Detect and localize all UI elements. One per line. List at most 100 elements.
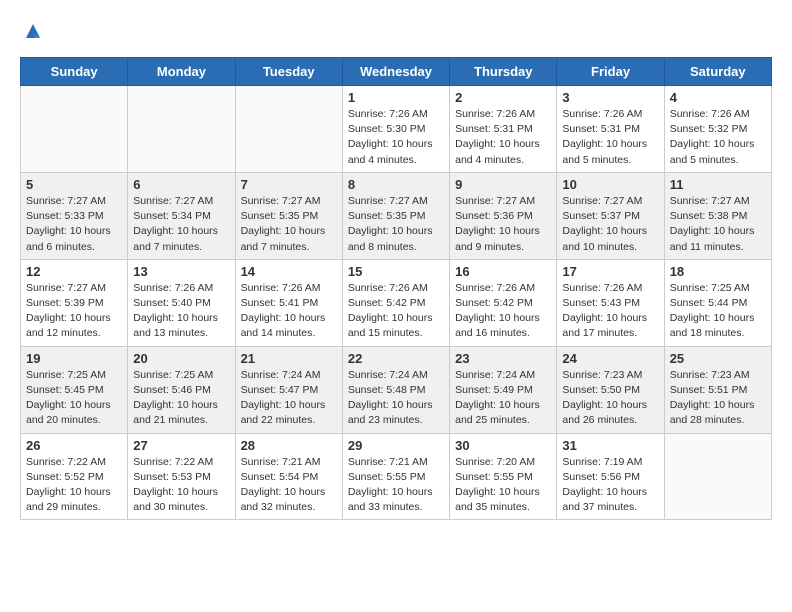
- weekday-header-friday: Friday: [557, 58, 664, 86]
- calendar-cell: 27Sunrise: 7:22 AMSunset: 5:53 PMDayligh…: [128, 433, 235, 520]
- logo: [20, 20, 44, 47]
- calendar-table: SundayMondayTuesdayWednesdayThursdayFrid…: [20, 57, 772, 520]
- week-row-3: 12 Sunrise: 7:27 AMSunset: 5:39 PMDayligh…: [21, 259, 772, 346]
- day-info: Sunrise: 7:21 AMSunset: 5:54 PMDaylight:…: [241, 455, 337, 516]
- calendar-cell: 3 Sunrise: 7:26 AMSunset: 5:31 PMDaylight…: [557, 86, 664, 173]
- day-number: 13: [133, 264, 229, 279]
- day-number: 5: [26, 177, 122, 192]
- day-info: Sunrise: 7:27 AMSunset: 5:35 PMDaylight:…: [241, 194, 337, 255]
- day-info: Sunrise: 7:25 AMSunset: 5:46 PMDaylight:…: [133, 368, 229, 429]
- day-info: Sunrise: 7:27 AMSunset: 5:37 PMDaylight:…: [562, 194, 658, 255]
- week-row-1: 1 Sunrise: 7:26 AMSunset: 5:30 PMDaylight…: [21, 86, 772, 173]
- day-info: Sunrise: 7:26 AMSunset: 5:41 PMDaylight:…: [241, 281, 337, 342]
- calendar-cell: 26 Sunrise: 7:22 AMSunset: 5:52 PMDayligh…: [21, 433, 128, 520]
- day-number: 7: [241, 177, 337, 192]
- calendar-cell: 28 Sunrise: 7:21 AMSunset: 5:54 PMDayligh…: [235, 433, 342, 520]
- day-info: Sunrise: 7:20 AMSunset: 5:55 PMDaylight:…: [455, 455, 551, 516]
- day-number: 17: [562, 264, 658, 279]
- day-number: 12: [26, 264, 122, 279]
- day-info: Sunrise: 7:25 AMSunset: 5:45 PMDaylight:…: [26, 368, 122, 429]
- calendar-cell: 7 Sunrise: 7:27 AMSunset: 5:35 PMDaylight…: [235, 172, 342, 259]
- day-number: 14: [241, 264, 337, 279]
- day-info: Sunrise: 7:25 AMSunset: 5:44 PMDaylight:…: [670, 281, 766, 342]
- day-number: 27: [133, 438, 229, 453]
- day-number: 4: [670, 90, 766, 105]
- logo-icon: [22, 20, 44, 42]
- day-info: Sunrise: 7:26 AMSunset: 5:42 PMDaylight:…: [455, 281, 551, 342]
- day-info: Sunrise: 7:27 AMSunset: 5:36 PMDaylight:…: [455, 194, 551, 255]
- day-number: 28: [241, 438, 337, 453]
- logo-text: [20, 20, 44, 47]
- day-number: 10: [562, 177, 658, 192]
- day-info: Sunrise: 7:24 AMSunset: 5:48 PMDaylight:…: [348, 368, 444, 429]
- day-info: Sunrise: 7:24 AMSunset: 5:49 PMDaylight:…: [455, 368, 551, 429]
- day-info: Sunrise: 7:23 AMSunset: 5:51 PMDaylight:…: [670, 368, 766, 429]
- day-info: Sunrise: 7:26 AMSunset: 5:42 PMDaylight:…: [348, 281, 444, 342]
- day-info: Sunrise: 7:27 AMSunset: 5:38 PMDaylight:…: [670, 194, 766, 255]
- calendar-cell: 4Sunrise: 7:26 AMSunset: 5:32 PMDaylight…: [664, 86, 771, 173]
- calendar-cell: 13Sunrise: 7:26 AMSunset: 5:40 PMDayligh…: [128, 259, 235, 346]
- day-number: 31: [562, 438, 658, 453]
- calendar-cell: 14 Sunrise: 7:26 AMSunset: 5:41 PMDayligh…: [235, 259, 342, 346]
- day-number: 21: [241, 351, 337, 366]
- day-number: 6: [133, 177, 229, 192]
- day-info: Sunrise: 7:22 AMSunset: 5:52 PMDaylight:…: [26, 455, 122, 516]
- day-number: 26: [26, 438, 122, 453]
- calendar-cell: [128, 86, 235, 173]
- day-number: 3: [562, 90, 658, 105]
- page-header: [20, 20, 772, 47]
- weekday-header-wednesday: Wednesday: [342, 58, 449, 86]
- day-number: 23: [455, 351, 551, 366]
- calendar-cell: 23 Sunrise: 7:24 AMSunset: 5:49 PMDayligh…: [450, 346, 557, 433]
- week-row-2: 5 Sunrise: 7:27 AMSunset: 5:33 PMDaylight…: [21, 172, 772, 259]
- day-info: Sunrise: 7:26 AMSunset: 5:30 PMDaylight:…: [348, 107, 444, 168]
- day-info: Sunrise: 7:24 AMSunset: 5:47 PMDaylight:…: [241, 368, 337, 429]
- day-number: 2: [455, 90, 551, 105]
- day-info: Sunrise: 7:26 AMSunset: 5:31 PMDaylight:…: [562, 107, 658, 168]
- calendar-cell: 9 Sunrise: 7:27 AMSunset: 5:36 PMDaylight…: [450, 172, 557, 259]
- calendar-cell: 16 Sunrise: 7:26 AMSunset: 5:42 PMDayligh…: [450, 259, 557, 346]
- calendar-cell: 8Sunrise: 7:27 AMSunset: 5:35 PMDaylight…: [342, 172, 449, 259]
- day-info: Sunrise: 7:19 AMSunset: 5:56 PMDaylight:…: [562, 455, 658, 516]
- weekday-header-sunday: Sunday: [21, 58, 128, 86]
- day-number: 8: [348, 177, 444, 192]
- day-number: 19: [26, 351, 122, 366]
- day-number: 9: [455, 177, 551, 192]
- calendar-cell: [21, 86, 128, 173]
- calendar-cell: [664, 433, 771, 520]
- weekday-header-thursday: Thursday: [450, 58, 557, 86]
- day-number: 20: [133, 351, 229, 366]
- day-number: 16: [455, 264, 551, 279]
- calendar-cell: 31 Sunrise: 7:19 AMSunset: 5:56 PMDayligh…: [557, 433, 664, 520]
- day-number: 11: [670, 177, 766, 192]
- day-info: Sunrise: 7:26 AMSunset: 5:31 PMDaylight:…: [455, 107, 551, 168]
- day-number: 30: [455, 438, 551, 453]
- calendar-cell: 22 Sunrise: 7:24 AMSunset: 5:48 PMDayligh…: [342, 346, 449, 433]
- day-info: Sunrise: 7:21 AMSunset: 5:55 PMDaylight:…: [348, 455, 444, 516]
- weekday-header-monday: Monday: [128, 58, 235, 86]
- day-info: Sunrise: 7:23 AMSunset: 5:50 PMDaylight:…: [562, 368, 658, 429]
- day-number: 18: [670, 264, 766, 279]
- day-number: 15: [348, 264, 444, 279]
- calendar-cell: 15 Sunrise: 7:26 AMSunset: 5:42 PMDayligh…: [342, 259, 449, 346]
- calendar-cell: 18 Sunrise: 7:25 AMSunset: 5:44 PMDayligh…: [664, 259, 771, 346]
- calendar-cell: 21 Sunrise: 7:24 AMSunset: 5:47 PMDayligh…: [235, 346, 342, 433]
- day-number: 25: [670, 351, 766, 366]
- day-info: Sunrise: 7:27 AMSunset: 5:39 PMDaylight:…: [26, 281, 122, 342]
- day-number: 29: [348, 438, 444, 453]
- day-number: 1: [348, 90, 444, 105]
- week-row-5: 26 Sunrise: 7:22 AMSunset: 5:52 PMDayligh…: [21, 433, 772, 520]
- calendar-cell: 11 Sunrise: 7:27 AMSunset: 5:38 PMDayligh…: [664, 172, 771, 259]
- day-info: Sunrise: 7:27 AMSunset: 5:34 PMDaylight:…: [133, 194, 229, 255]
- calendar-cell: 20 Sunrise: 7:25 AMSunset: 5:46 PMDayligh…: [128, 346, 235, 433]
- weekday-header-tuesday: Tuesday: [235, 58, 342, 86]
- calendar-cell: [235, 86, 342, 173]
- calendar-cell: 30 Sunrise: 7:20 AMSunset: 5:55 PMDayligh…: [450, 433, 557, 520]
- day-info: Sunrise: 7:27 AMSunset: 5:33 PMDaylight:…: [26, 194, 122, 255]
- calendar-cell: 29 Sunrise: 7:21 AMSunset: 5:55 PMDayligh…: [342, 433, 449, 520]
- calendar-cell: 6 Sunrise: 7:27 AMSunset: 5:34 PMDaylight…: [128, 172, 235, 259]
- day-number: 22: [348, 351, 444, 366]
- calendar-cell: 17Sunrise: 7:26 AMSunset: 5:43 PMDayligh…: [557, 259, 664, 346]
- day-number: 24: [562, 351, 658, 366]
- calendar-cell: 10 Sunrise: 7:27 AMSunset: 5:37 PMDayligh…: [557, 172, 664, 259]
